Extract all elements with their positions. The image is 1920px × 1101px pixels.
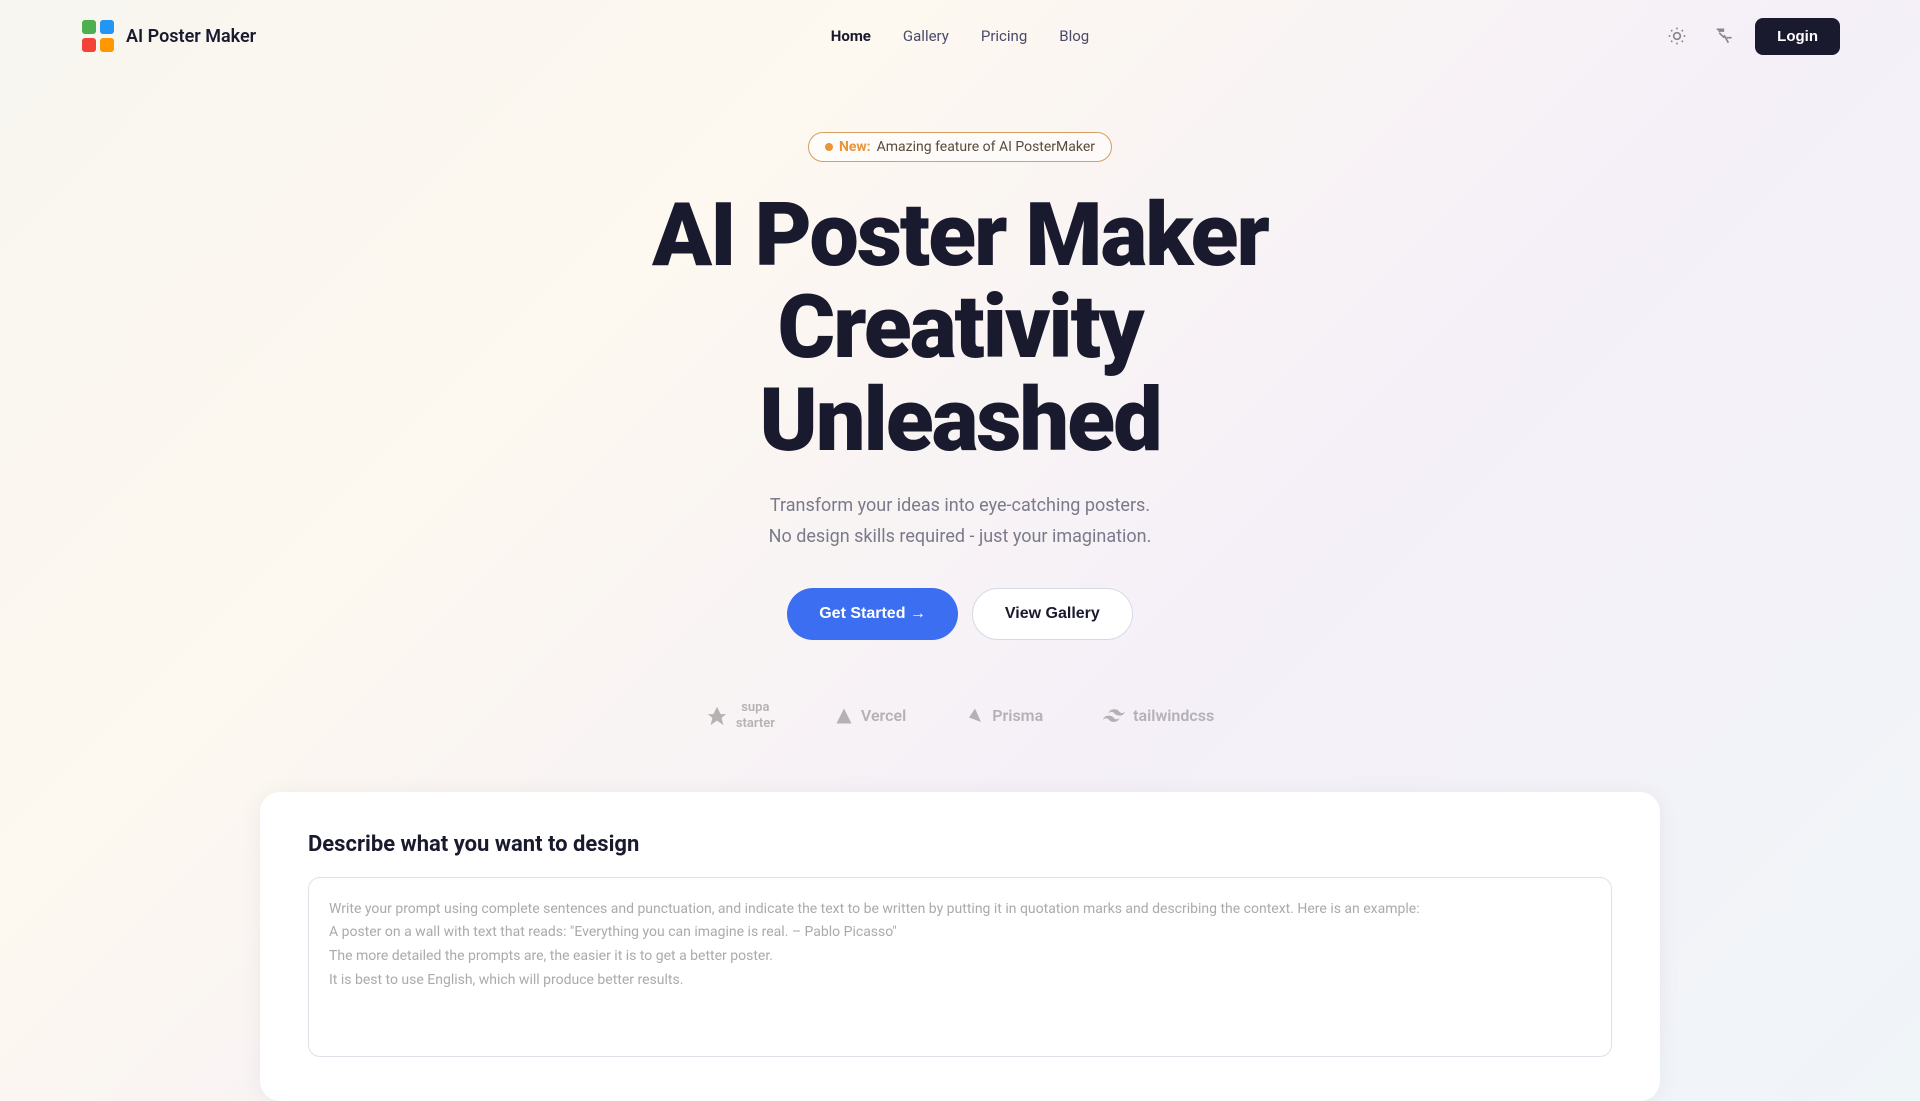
design-section: Describe what you want to design	[260, 792, 1660, 1101]
nav-blog[interactable]: Blog	[1059, 27, 1089, 45]
prompt-input[interactable]	[308, 877, 1612, 1057]
navbar: AI Poster Maker Home Gallery Pricing Blo…	[0, 0, 1920, 72]
nav-logo-text: AI Poster Maker	[126, 26, 256, 47]
nav-links: Home Gallery Pricing Blog	[831, 27, 1089, 45]
view-gallery-button[interactable]: View Gallery	[972, 588, 1133, 640]
nav-pricing[interactable]: Pricing	[981, 27, 1027, 45]
badge-dot	[825, 143, 833, 151]
logo-icon	[80, 18, 116, 54]
translate-icon[interactable]	[1707, 18, 1743, 54]
hero-title-line2: Creativity	[778, 276, 1143, 379]
nav-gallery[interactable]: Gallery	[903, 27, 949, 45]
design-section-title: Describe what you want to design	[308, 832, 1612, 857]
announcement-badge: New: Amazing feature of AI PosterMaker	[808, 132, 1112, 162]
hero-title-line3: Unleashed	[759, 369, 1160, 472]
hero-title-line1: AI Poster Maker	[652, 184, 1268, 287]
nav-right: Login	[1659, 18, 1840, 55]
settings-icon[interactable]	[1659, 18, 1695, 54]
get-started-button[interactable]: Get Started →	[787, 588, 958, 640]
prisma-logo: Prisma	[966, 706, 1043, 725]
tailwindcss-logo: tailwindcss	[1103, 706, 1214, 725]
brand-logos: supa starter Vercel Prisma tailwindcss	[706, 700, 1214, 731]
nav-home[interactable]: Home	[831, 27, 871, 45]
nav-logo[interactable]: AI Poster Maker	[80, 18, 256, 54]
hero-buttons: Get Started → View Gallery	[787, 588, 1133, 640]
hero-subtitle: Transform your ideas into eye-catching p…	[769, 491, 1152, 552]
hero-subtitle-line2: No design skills required - just your im…	[769, 526, 1152, 547]
hero-title: AI Poster Maker Creativity Unleashed	[652, 190, 1268, 467]
badge-new-label: New:	[839, 139, 871, 155]
hero-subtitle-line1: Transform your ideas into eye-catching p…	[770, 495, 1150, 516]
badge-text: Amazing feature of AI PosterMaker	[877, 139, 1095, 155]
supastarter-logo: supa starter	[706, 700, 775, 731]
vercel-logo: Vercel	[835, 706, 906, 725]
login-button[interactable]: Login	[1755, 18, 1840, 55]
hero-section: New: Amazing feature of AI PosterMaker A…	[0, 72, 1920, 792]
